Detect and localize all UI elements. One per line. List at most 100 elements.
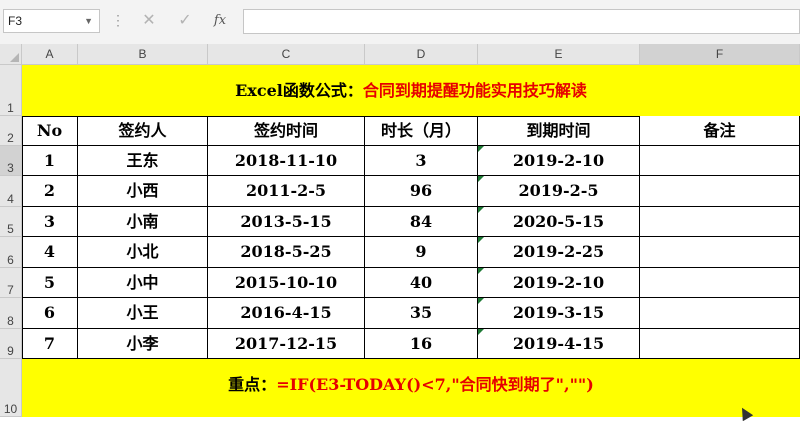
table-cell-sign-date[interactable]: 2018-5-25 (208, 237, 365, 268)
row-header-10[interactable]: 10 (0, 359, 22, 417)
select-all-button[interactable] (0, 44, 22, 65)
table-cell-signer[interactable]: 小李 (78, 329, 208, 359)
table-cell-sign-date[interactable]: 2016-4-15 (208, 298, 365, 329)
table-cell-no[interactable]: 4 (22, 237, 78, 268)
table-cell-sign-date[interactable]: 2018-11-10 (208, 146, 365, 176)
table-cell-remark[interactable] (640, 237, 800, 268)
column-header-c[interactable]: C (208, 44, 365, 65)
table-cell-duration[interactable]: 35 (365, 298, 478, 329)
error-indicator (478, 237, 484, 243)
table-cell-duration[interactable]: 3 (365, 146, 478, 176)
table-cell-remark[interactable] (640, 298, 800, 329)
row-number: 10 (3, 402, 18, 416)
row-header-1[interactable]: 1 (0, 65, 22, 116)
header-signer[interactable]: 签约人 (78, 116, 208, 146)
cell-value: 2019-4-15 (512, 334, 605, 353)
cell-value: 2019-2-10 (512, 151, 605, 170)
header-no[interactable]: No (22, 116, 78, 146)
title-prefix: Excel函数公式： (235, 81, 363, 100)
row-header-5[interactable]: 5 (0, 207, 22, 237)
table-cell-no[interactable]: 3 (22, 207, 78, 237)
table-cell-duration[interactable]: 9 (365, 237, 478, 268)
table-cell-remark[interactable] (640, 268, 800, 298)
table-cell-remark[interactable] (640, 329, 800, 359)
row-header-4[interactable]: 4 (0, 176, 22, 207)
error-indicator (478, 146, 484, 152)
error-indicator (478, 176, 484, 182)
table-cell-remark[interactable] (640, 207, 800, 237)
table-cell-remark-selected[interactable] (640, 146, 800, 176)
row-header-9[interactable]: 9 (0, 329, 22, 359)
header-remark[interactable]: 备注 (640, 116, 800, 146)
column-header-b[interactable]: B (78, 44, 208, 65)
drag-handle-icon[interactable]: ⋮ (111, 12, 125, 29)
table-cell-signer[interactable]: 小南 (78, 207, 208, 237)
table-cell-sign-date[interactable]: 2013-5-15 (208, 207, 365, 237)
table-cell-no[interactable]: 2 (22, 176, 78, 207)
table-cell-sign-date[interactable]: 2015-10-10 (208, 268, 365, 298)
table-cell-remark[interactable] (640, 176, 800, 207)
row-number: 3 (7, 161, 14, 175)
error-indicator (478, 207, 484, 213)
table-cell-no[interactable]: 7 (22, 329, 78, 359)
column-header-a[interactable]: A (22, 44, 78, 65)
table-cell-signer[interactable]: 小中 (78, 268, 208, 298)
enter-icon[interactable]: ✓ (174, 10, 196, 32)
row-number: 1 (7, 101, 14, 115)
row-number: 9 (7, 344, 14, 358)
table-cell-expiry-date[interactable]: 2019-2-25 (478, 237, 640, 268)
row-header-6[interactable]: 6 (0, 237, 22, 268)
column-header-e[interactable]: E (478, 44, 640, 65)
row-header-2[interactable]: 2 (0, 116, 22, 146)
table-cell-no[interactable]: 5 (22, 268, 78, 298)
title-highlight: 合同到期提醒功能实用技巧解读 (362, 81, 587, 100)
row-number: 8 (7, 314, 14, 328)
header-duration[interactable]: 时长（月） (365, 116, 478, 146)
table-cell-duration[interactable]: 84 (365, 207, 478, 237)
row-number: 4 (7, 192, 14, 206)
table-cell-sign-date[interactable]: 2017-12-15 (208, 329, 365, 359)
row-header-7[interactable]: 7 (0, 268, 22, 298)
formula-banner[interactable]: 重点：=IF(E3-TODAY()<7,"合同快到期了","") (22, 359, 800, 417)
chevron-down-icon[interactable]: ▼ (84, 10, 93, 32)
row-number: 5 (7, 222, 14, 236)
table-cell-signer[interactable]: 王东 (78, 146, 208, 176)
row-number: 6 (7, 253, 14, 267)
table-cell-no[interactable]: 1 (22, 146, 78, 176)
row-header-3[interactable]: 3 (0, 146, 22, 176)
error-indicator (478, 329, 484, 335)
header-expiry-date[interactable]: 到期时间 (478, 116, 640, 146)
insert-function-icon[interactable]: fx (209, 10, 231, 32)
table-cell-expiry-date[interactable]: 2019-2-10 (478, 146, 640, 176)
table-cell-expiry-date[interactable]: 2020-5-15 (478, 207, 640, 237)
formula-text: =IF(E3-TODAY()<7,"合同快到期了","") (276, 375, 594, 394)
column-header-f[interactable]: F (640, 44, 800, 65)
table-cell-duration[interactable]: 16 (365, 329, 478, 359)
table-cell-signer[interactable]: 小北 (78, 237, 208, 268)
cell-value: 2019-2-5 (518, 181, 599, 200)
table-cell-signer[interactable]: 小西 (78, 176, 208, 207)
title-banner[interactable]: Excel函数公式：合同到期提醒功能实用技巧解读 (22, 65, 800, 116)
table-cell-duration[interactable]: 96 (365, 176, 478, 207)
formula-label: 重点： (228, 375, 277, 394)
table-cell-duration[interactable]: 40 (365, 268, 478, 298)
name-box[interactable]: F3 ▼ (3, 9, 100, 33)
header-sign-date[interactable]: 签约时间 (208, 116, 365, 146)
row-header-8[interactable]: 8 (0, 298, 22, 329)
row-number: 2 (7, 131, 14, 145)
table-cell-sign-date[interactable]: 2011-2-5 (208, 176, 365, 207)
error-indicator (478, 268, 484, 274)
cancel-icon[interactable]: ✕ (138, 10, 160, 32)
select-all-icon (10, 53, 19, 62)
table-cell-expiry-date[interactable]: 2019-4-15 (478, 329, 640, 359)
table-cell-no[interactable]: 6 (22, 298, 78, 329)
table-cell-expiry-date[interactable]: 2019-3-15 (478, 298, 640, 329)
column-header-d[interactable]: D (365, 44, 478, 65)
table-cell-expiry-date[interactable]: 2019-2-5 (478, 176, 640, 207)
table-cell-signer[interactable]: 小王 (78, 298, 208, 329)
table-cell-expiry-date[interactable]: 2019-2-10 (478, 268, 640, 298)
formula-bar: F3 ▼ ⋮ ✕ ✓ fx (0, 0, 800, 45)
formula-input[interactable] (243, 9, 800, 34)
name-box-value: F3 (8, 14, 23, 28)
error-indicator (478, 298, 484, 304)
